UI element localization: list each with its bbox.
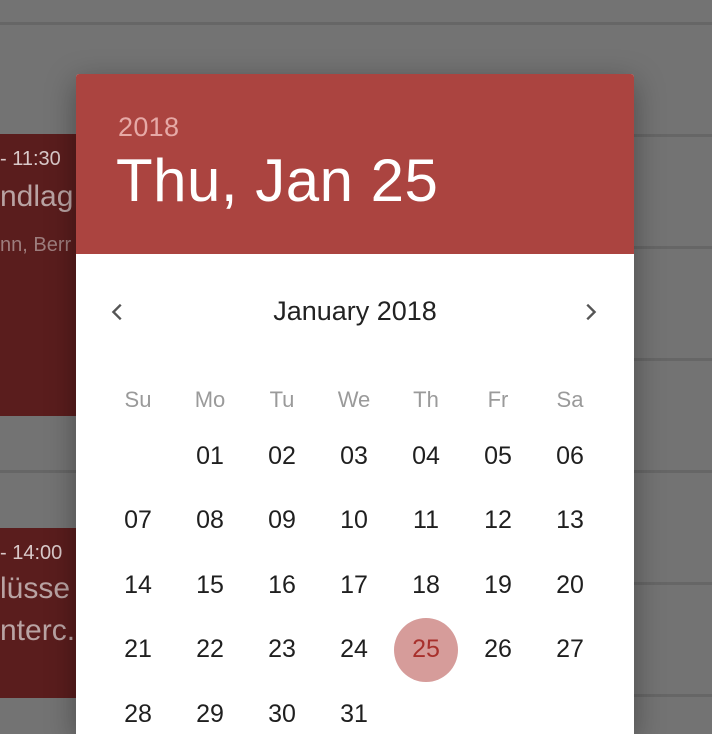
weekday-label: Tu — [269, 387, 295, 412]
day-cell[interactable]: 04 — [394, 424, 458, 488]
day-cell[interactable]: 08 — [178, 489, 242, 553]
day-cell[interactable]: 20 — [538, 553, 602, 617]
weekday-label: Mo — [194, 387, 226, 412]
schedule-divider — [0, 22, 712, 25]
month-label: January 2018 — [273, 296, 437, 326]
day-cell[interactable]: 15 — [178, 553, 242, 617]
day-cell[interactable]: 11 — [394, 489, 458, 553]
weekday-label: Sa — [556, 387, 584, 412]
day-cell-selected[interactable]: 25 — [394, 617, 458, 682]
event-card[interactable]: - 11:30 ndlag nn, Berr — [0, 134, 78, 416]
event-time: - 14:00 — [0, 542, 63, 564]
day-cell[interactable]: 18 — [394, 553, 458, 617]
day-cell[interactable]: 26 — [466, 618, 530, 682]
day-cell[interactable]: 01 — [178, 424, 242, 488]
day-cell[interactable]: 29 — [178, 682, 242, 734]
day-cell[interactable]: 23 — [250, 618, 314, 682]
event-title: ndlag — [0, 180, 74, 213]
weekday-label: Th — [413, 387, 439, 412]
event-subtitle: nterc. — [0, 614, 76, 647]
day-cell[interactable]: 22 — [178, 618, 242, 682]
day-cell[interactable]: 16 — [250, 553, 314, 617]
calendar-grid: 01 02 03 04 05 06 07 08 09 10 11 12 13 14 15 16 17 18 19 20… — [102, 424, 622, 734]
month-navigation: January 2018 — [76, 254, 634, 370]
day-cell[interactable]: 24 — [322, 618, 386, 682]
day-cell[interactable]: 09 — [250, 489, 314, 553]
day-cell[interactable]: 02 — [250, 424, 314, 488]
date-picker-header: 2018 Thu, Jan 25 — [76, 74, 634, 254]
selected-date-display[interactable]: Thu, Jan 25 — [116, 146, 438, 215]
event-time: - 11:30 — [0, 148, 61, 170]
day-cell[interactable]: 13 — [538, 489, 602, 553]
day-cell[interactable]: 14 — [106, 553, 170, 617]
day-cell[interactable]: 27 — [538, 618, 602, 682]
day-cell[interactable]: 03 — [322, 424, 386, 488]
day-cell[interactable]: 19 — [466, 553, 530, 617]
day-cell[interactable]: 06 — [538, 424, 602, 488]
day-cell[interactable]: 12 — [466, 489, 530, 553]
day-cell[interactable]: 10 — [322, 489, 386, 553]
day-cell[interactable]: 30 — [250, 682, 314, 734]
event-subtitle: nn, Berr — [0, 234, 72, 256]
day-cell[interactable]: 31 — [322, 682, 386, 734]
weekday-label: Fr — [487, 387, 509, 412]
day-cell[interactable]: 28 — [106, 682, 170, 734]
event-card[interactable]: - 14:00 lüsse nterc. — [0, 528, 78, 698]
event-title: lüsse — [0, 572, 71, 605]
weekday-label: Su — [124, 387, 152, 412]
day-cell[interactable]: 05 — [466, 424, 530, 488]
weekday-header: Su Mo Tu We Th Fr Sa — [102, 387, 622, 421]
year-selector[interactable]: 2018 — [118, 112, 179, 143]
chevron-right-icon — [586, 303, 597, 321]
date-picker-dialog: 2018 Thu, Jan 25 January 2018 Su Mo Tu We Th… — [76, 74, 634, 734]
day-cell[interactable]: 07 — [106, 489, 170, 553]
day-cell[interactable]: 17 — [322, 553, 386, 617]
weekday-label: We — [337, 387, 371, 412]
day-cell[interactable]: 21 — [106, 618, 170, 682]
next-month-button[interactable] — [568, 290, 612, 334]
